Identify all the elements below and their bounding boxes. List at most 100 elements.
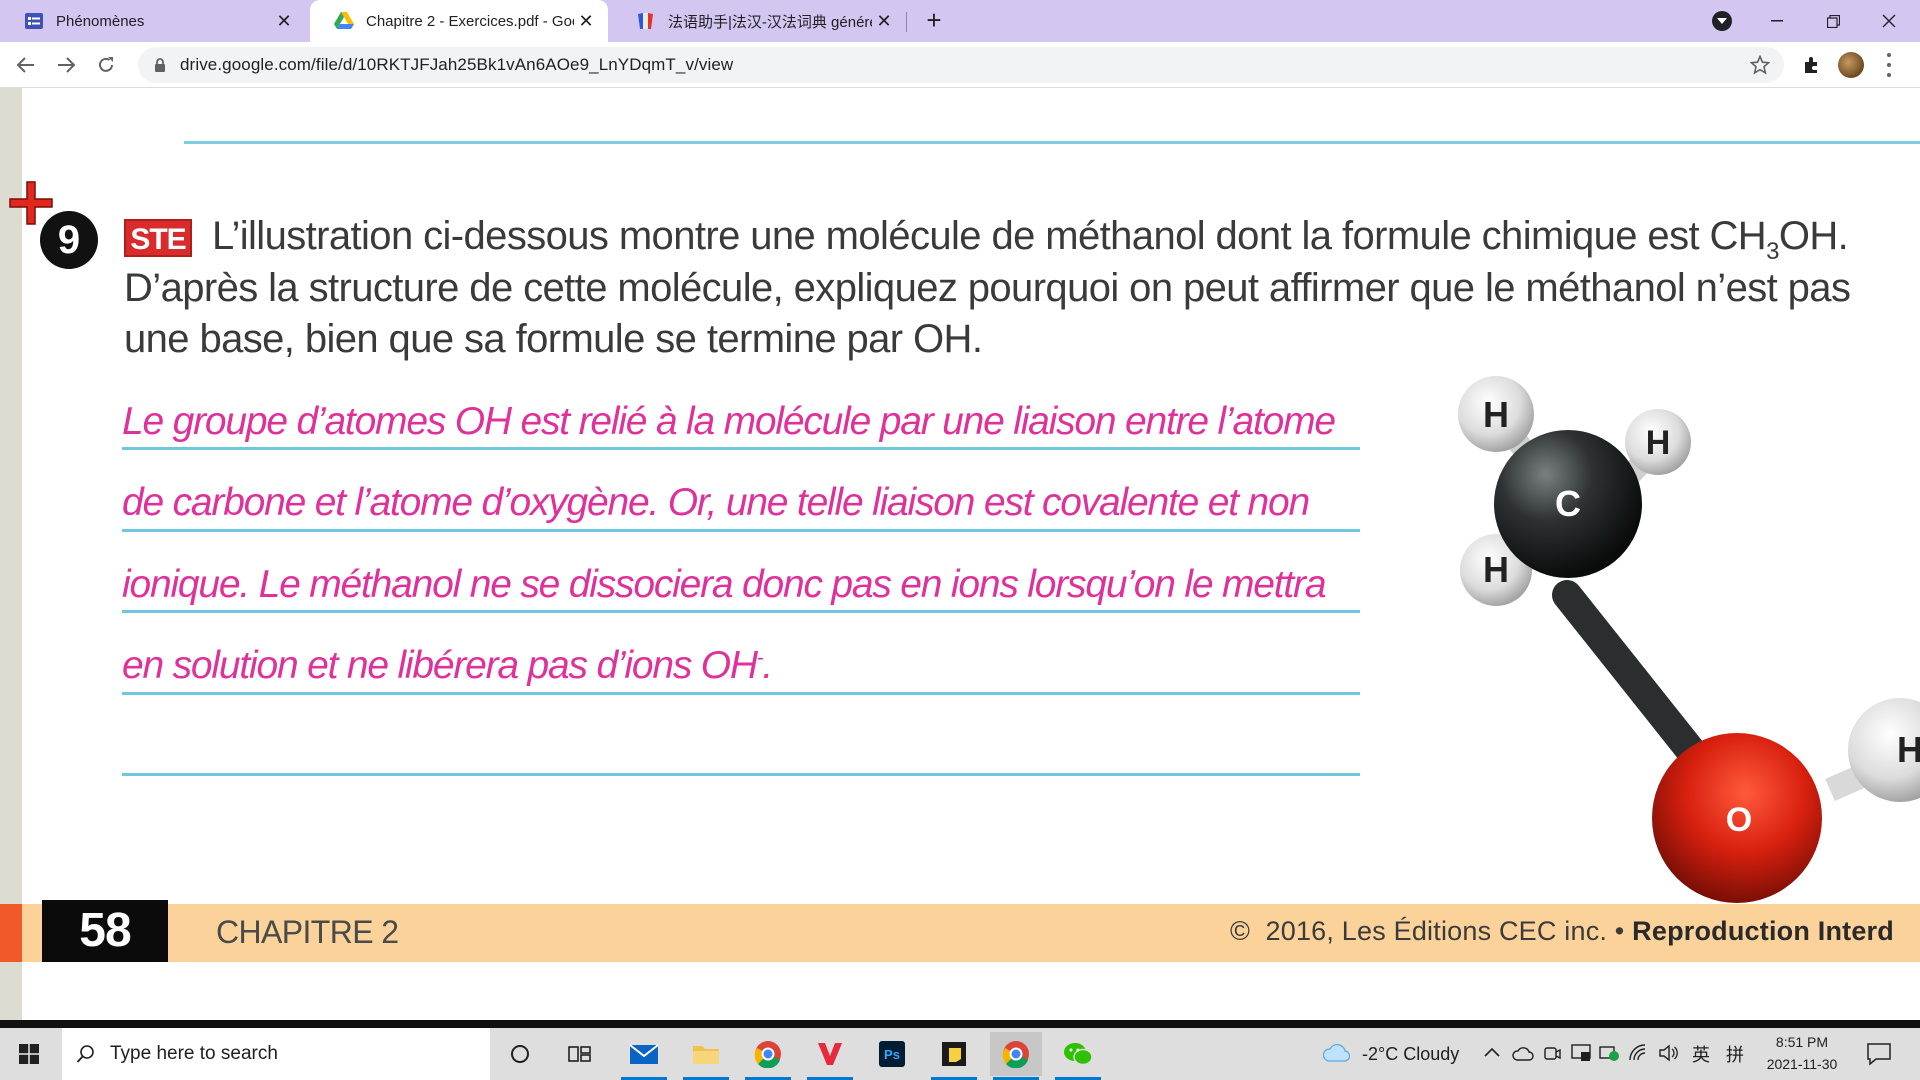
answer-rule-empty [122,773,1360,776]
reload-button[interactable] [90,49,122,81]
forward-button[interactable] [50,49,82,81]
taskbar-app-sticky-notes[interactable] [928,1032,980,1080]
puzzle-icon [1805,57,1817,73]
taskbar-divider [0,1020,1920,1028]
new-tab-button[interactable]: + [920,7,948,35]
answer-rule [122,529,1360,532]
task-view-button[interactable] [554,1032,606,1076]
mail-icon [629,1044,659,1064]
top-rule-line [184,141,1920,144]
answer-line-4: en solution et ne libérera pas d’ions OH… [122,644,773,687]
url-text[interactable]: drive.google.com/file/d/10RKTJFJah25Bk1v… [180,55,733,75]
security-center-icon[interactable] [1598,1044,1620,1062]
close-window-button[interactable] [1866,0,1912,42]
answer-line-1: Le groupe d’atomes OH est relié à la mol… [122,400,1336,443]
question-number: 9 [40,211,98,269]
folder-icon [693,1046,719,1064]
tab-close-icon[interactable]: ✕ [574,9,598,33]
wechat-icon [1064,1043,1093,1066]
chevron-down-icon [1717,18,1727,24]
volume-icon[interactable] [1658,1044,1680,1062]
reload-icon [99,57,113,72]
tab-title: 法语助手|法汉-汉法词典 générer [668,13,872,31]
browser-toolbar: drive.google.com/file/d/10RKTJFJah25Bk1v… [0,42,1920,88]
meet-now-icon[interactable] [1542,1044,1562,1064]
address-bar[interactable]: drive.google.com/file/d/10RKTJFJah25Bk1v… [138,47,1784,83]
atom-label: H [1483,549,1509,590]
atom-label: O [1726,801,1752,839]
profile-avatar[interactable] [1838,52,1864,78]
taskbar-app-chrome-profile[interactable] [990,1032,1042,1080]
page-number: 58 [42,900,168,962]
taskbar-app-vivaldi[interactable] [804,1032,856,1080]
tab-close-icon[interactable]: ✕ [272,9,296,33]
back-button[interactable] [10,49,42,81]
remote-desktop-icon[interactable] [1570,1043,1592,1063]
photoshop-icon: Ps [879,1041,905,1067]
pdf-viewer[interactable]: 9 STE L’illustration ci-dessous montre u… [0,88,1920,1020]
tab-phenomenes[interactable]: Phénomènes ✕ [0,0,306,42]
question-text-line-3: une base, bien que sa formule se termine… [124,317,983,361]
tab-close-icon[interactable]: ✕ [872,9,896,33]
restore-button[interactable] [1810,0,1856,42]
search-placeholder: Type here to search [110,1043,278,1064]
browser-menu-icon[interactable] [1885,53,1893,77]
wifi-icon[interactable] [1628,1044,1648,1062]
cortana-icon [511,1045,529,1063]
windows-taskbar: Type here to search Ps -2°C Cloudy 英 拼 8… [0,1028,1920,1080]
ime-language-indicator[interactable]: 英 [1692,1028,1710,1080]
atom-label: H [1646,424,1671,462]
french-flag-icon [636,11,656,31]
tab-fayu-dictionary[interactable]: 法语助手|法汉-汉法词典 générer ✕ [612,0,906,42]
lock-icon[interactable] [152,57,168,73]
answer-rule [122,692,1360,695]
arrow-left-icon [17,57,34,73]
cortana-button[interactable] [494,1032,546,1076]
task-view-icon [568,1046,591,1062]
taskbar-app-chrome[interactable] [742,1032,794,1080]
answer-line-3: ionique. Le méthanol ne se dissociera do… [122,563,1327,606]
tab-chapitre-2-exercices[interactable]: Chapitre 2 - Exercices.pdf - Goog ✕ [310,0,608,42]
taskbar-app-photoshop[interactable]: Ps [866,1032,918,1076]
taskbar-search-box[interactable]: Type here to search [62,1028,490,1080]
cloudy-weather-icon[interactable] [1322,1042,1350,1064]
taskbar-app-wechat[interactable] [1052,1032,1104,1080]
atom-label: H [1897,729,1920,770]
question-text-line-2: D’après la structure de cette molécule, … [124,266,1851,310]
methanol-molecule-illustration: H H C H O H [1458,376,1920,903]
sticky-note-icon [942,1042,966,1066]
bookmark-star-icon[interactable] [1750,55,1770,75]
v-logo-icon [818,1043,842,1065]
notification-center-icon[interactable] [1866,1042,1892,1066]
footer-accent [0,904,22,962]
taskbar-app-mail[interactable] [618,1032,670,1080]
windows-logo-icon [19,1044,39,1064]
answer-rule [122,610,1360,613]
minimize-button[interactable] [1754,0,1800,42]
taskbar-app-file-explorer[interactable] [680,1032,732,1080]
extensions-button[interactable] [1800,53,1824,77]
tab-title: Phénomènes [56,12,145,30]
system-clock[interactable]: 8:51 PM 2021-11-30 [1754,1031,1850,1075]
google-drive-icon [334,11,354,31]
tab-title: Chapitre 2 - Exercices.pdf - Goog [366,12,574,30]
tab-search-button[interactable] [1712,11,1732,31]
arrow-right-icon [58,57,75,73]
question-text-line-1: L’illustration ci-dessous montre une mol… [212,214,1849,265]
chrome-icon [1002,1041,1029,1068]
ste-badge: STE [124,219,192,257]
start-button[interactable] [0,1028,58,1080]
weather-text[interactable]: -2°C Cloudy [1362,1028,1459,1080]
svg-text:Ps: Ps [884,1047,900,1062]
answer-line-2: de carbone et l’atome d’oxygène. Or, une… [122,481,1310,524]
clock-date: 2021-11-30 [1766,1056,1838,1072]
close-icon [1882,14,1896,28]
chevron-up-icon[interactable] [1484,1047,1500,1057]
restore-icon [1826,14,1840,28]
ime-mode-indicator[interactable]: 拼 [1726,1028,1744,1080]
chapter-label: CHAPITRE 2 [216,914,399,950]
search-icon [76,1045,94,1063]
copyright-notice: © 2016, Les Éditions CEC inc. • Reproduc… [1230,916,1894,946]
tab-separator [906,12,907,32]
onedrive-icon[interactable] [1512,1044,1534,1062]
